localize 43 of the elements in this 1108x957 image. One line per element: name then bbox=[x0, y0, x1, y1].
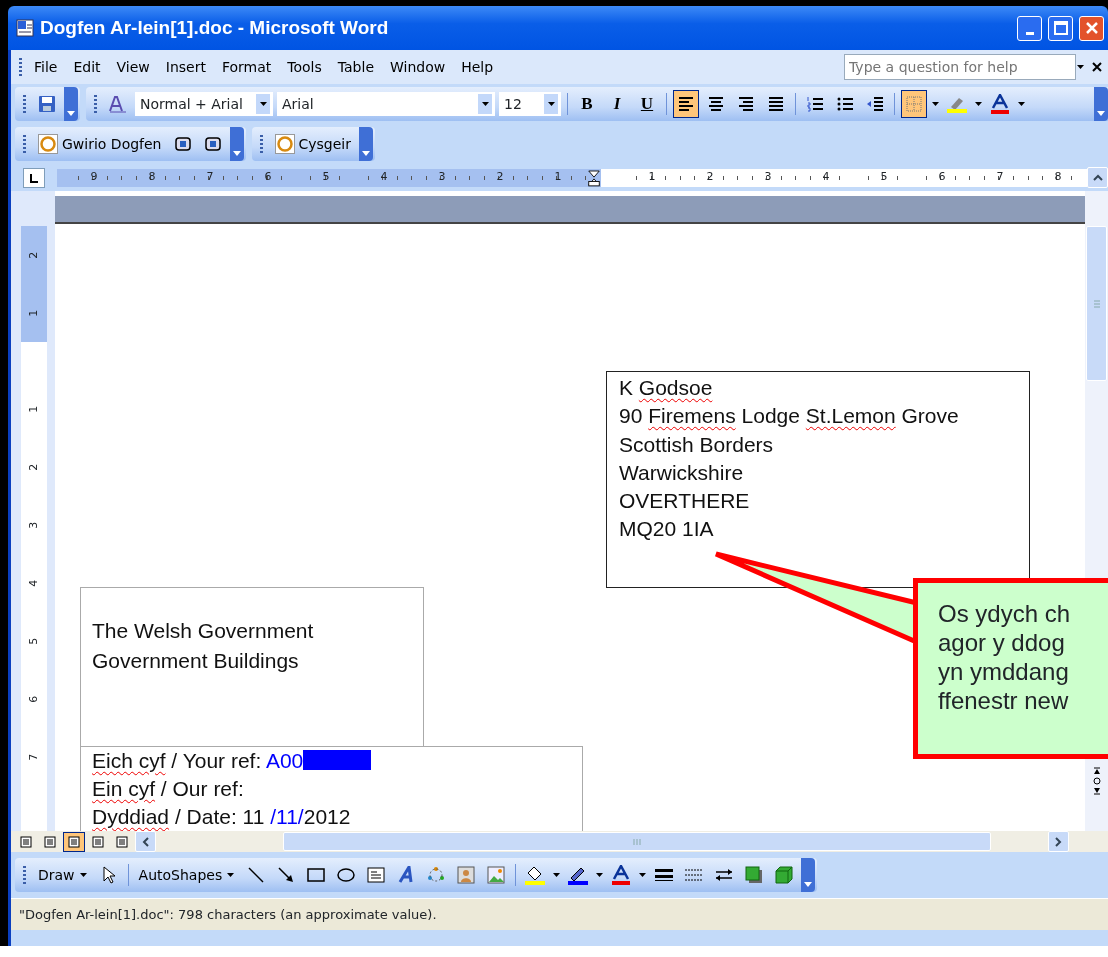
menu-item[interactable]: Window bbox=[382, 54, 454, 80]
underline-button[interactable]: U bbox=[634, 90, 660, 118]
toolbar-button[interactable]: Cysgeir bbox=[270, 133, 355, 155]
sender-line: Government Buildings bbox=[92, 648, 300, 674]
ruler-number: 1 bbox=[25, 405, 41, 413]
ruler-number: 1 bbox=[25, 309, 41, 317]
menu-item[interactable]: Edit bbox=[65, 54, 109, 80]
italic-button[interactable]: I bbox=[604, 90, 630, 118]
ruler-number: 2 bbox=[25, 463, 41, 471]
menu-item[interactable]: File bbox=[26, 54, 66, 80]
menu-item[interactable]: Help bbox=[453, 54, 502, 80]
reference-line: Eich cyf / Your ref: A00 bbox=[92, 747, 582, 775]
menu-item[interactable]: Tools bbox=[279, 54, 330, 80]
help-search-field[interactable]: Type a question for help bbox=[844, 54, 1076, 80]
font-dropdown[interactable]: Arial bbox=[277, 92, 495, 116]
ruler-number: 2 bbox=[25, 251, 41, 259]
ruler-number: 6 bbox=[25, 695, 41, 703]
toolbar-button[interactable]: Gwirio Dogfen bbox=[34, 133, 166, 155]
menu-item[interactable]: Table bbox=[329, 54, 382, 80]
ruler-number: 7 bbox=[25, 753, 41, 761]
address-line: 90 Firemens Lodge St.Lemon Grove bbox=[619, 403, 960, 430]
ruler-number: 4 bbox=[25, 579, 41, 587]
address-line: Warwickshire bbox=[619, 459, 745, 486]
menu-item[interactable]: View bbox=[108, 54, 158, 80]
address-line: K Godsoe bbox=[619, 375, 714, 401]
address-line: Scottish Borders bbox=[619, 431, 775, 458]
reference-line: Dyddiad / Date: 11 /11/2012 bbox=[92, 804, 352, 830]
address-line: MQ20 1IA bbox=[619, 516, 715, 543]
style-dropdown[interactable]: Normal + Arial bbox=[135, 92, 273, 116]
address-line: OVERTHERE bbox=[619, 488, 751, 515]
ruler-number: 5 bbox=[25, 637, 41, 645]
window-title: Dogfen Ar-lein[1].doc - Microsoft Word bbox=[40, 15, 390, 40]
bold-button[interactable]: B bbox=[574, 90, 600, 118]
draw-menu-button[interactable]: Draw bbox=[34, 864, 92, 886]
menu-item[interactable]: Format bbox=[213, 54, 280, 80]
reference-line: Ein cyf / Our ref: bbox=[92, 776, 245, 802]
sender-line: The Welsh Government bbox=[92, 618, 315, 644]
callout-text: Os ydych ch agor y ddog yn ymddang ffenestr new bbox=[938, 599, 1072, 715]
status-bar-text: "Dogfen Ar-lein[1].doc": 798 characters (an approximate value). bbox=[11, 898, 1108, 930]
menu-item[interactable]: Insert bbox=[157, 54, 214, 80]
font-size-dropdown[interactable]: 12 bbox=[499, 92, 561, 116]
autoshapes-menu-button[interactable]: AutoShapes bbox=[134, 864, 240, 886]
ruler-number: 3 bbox=[25, 521, 41, 529]
